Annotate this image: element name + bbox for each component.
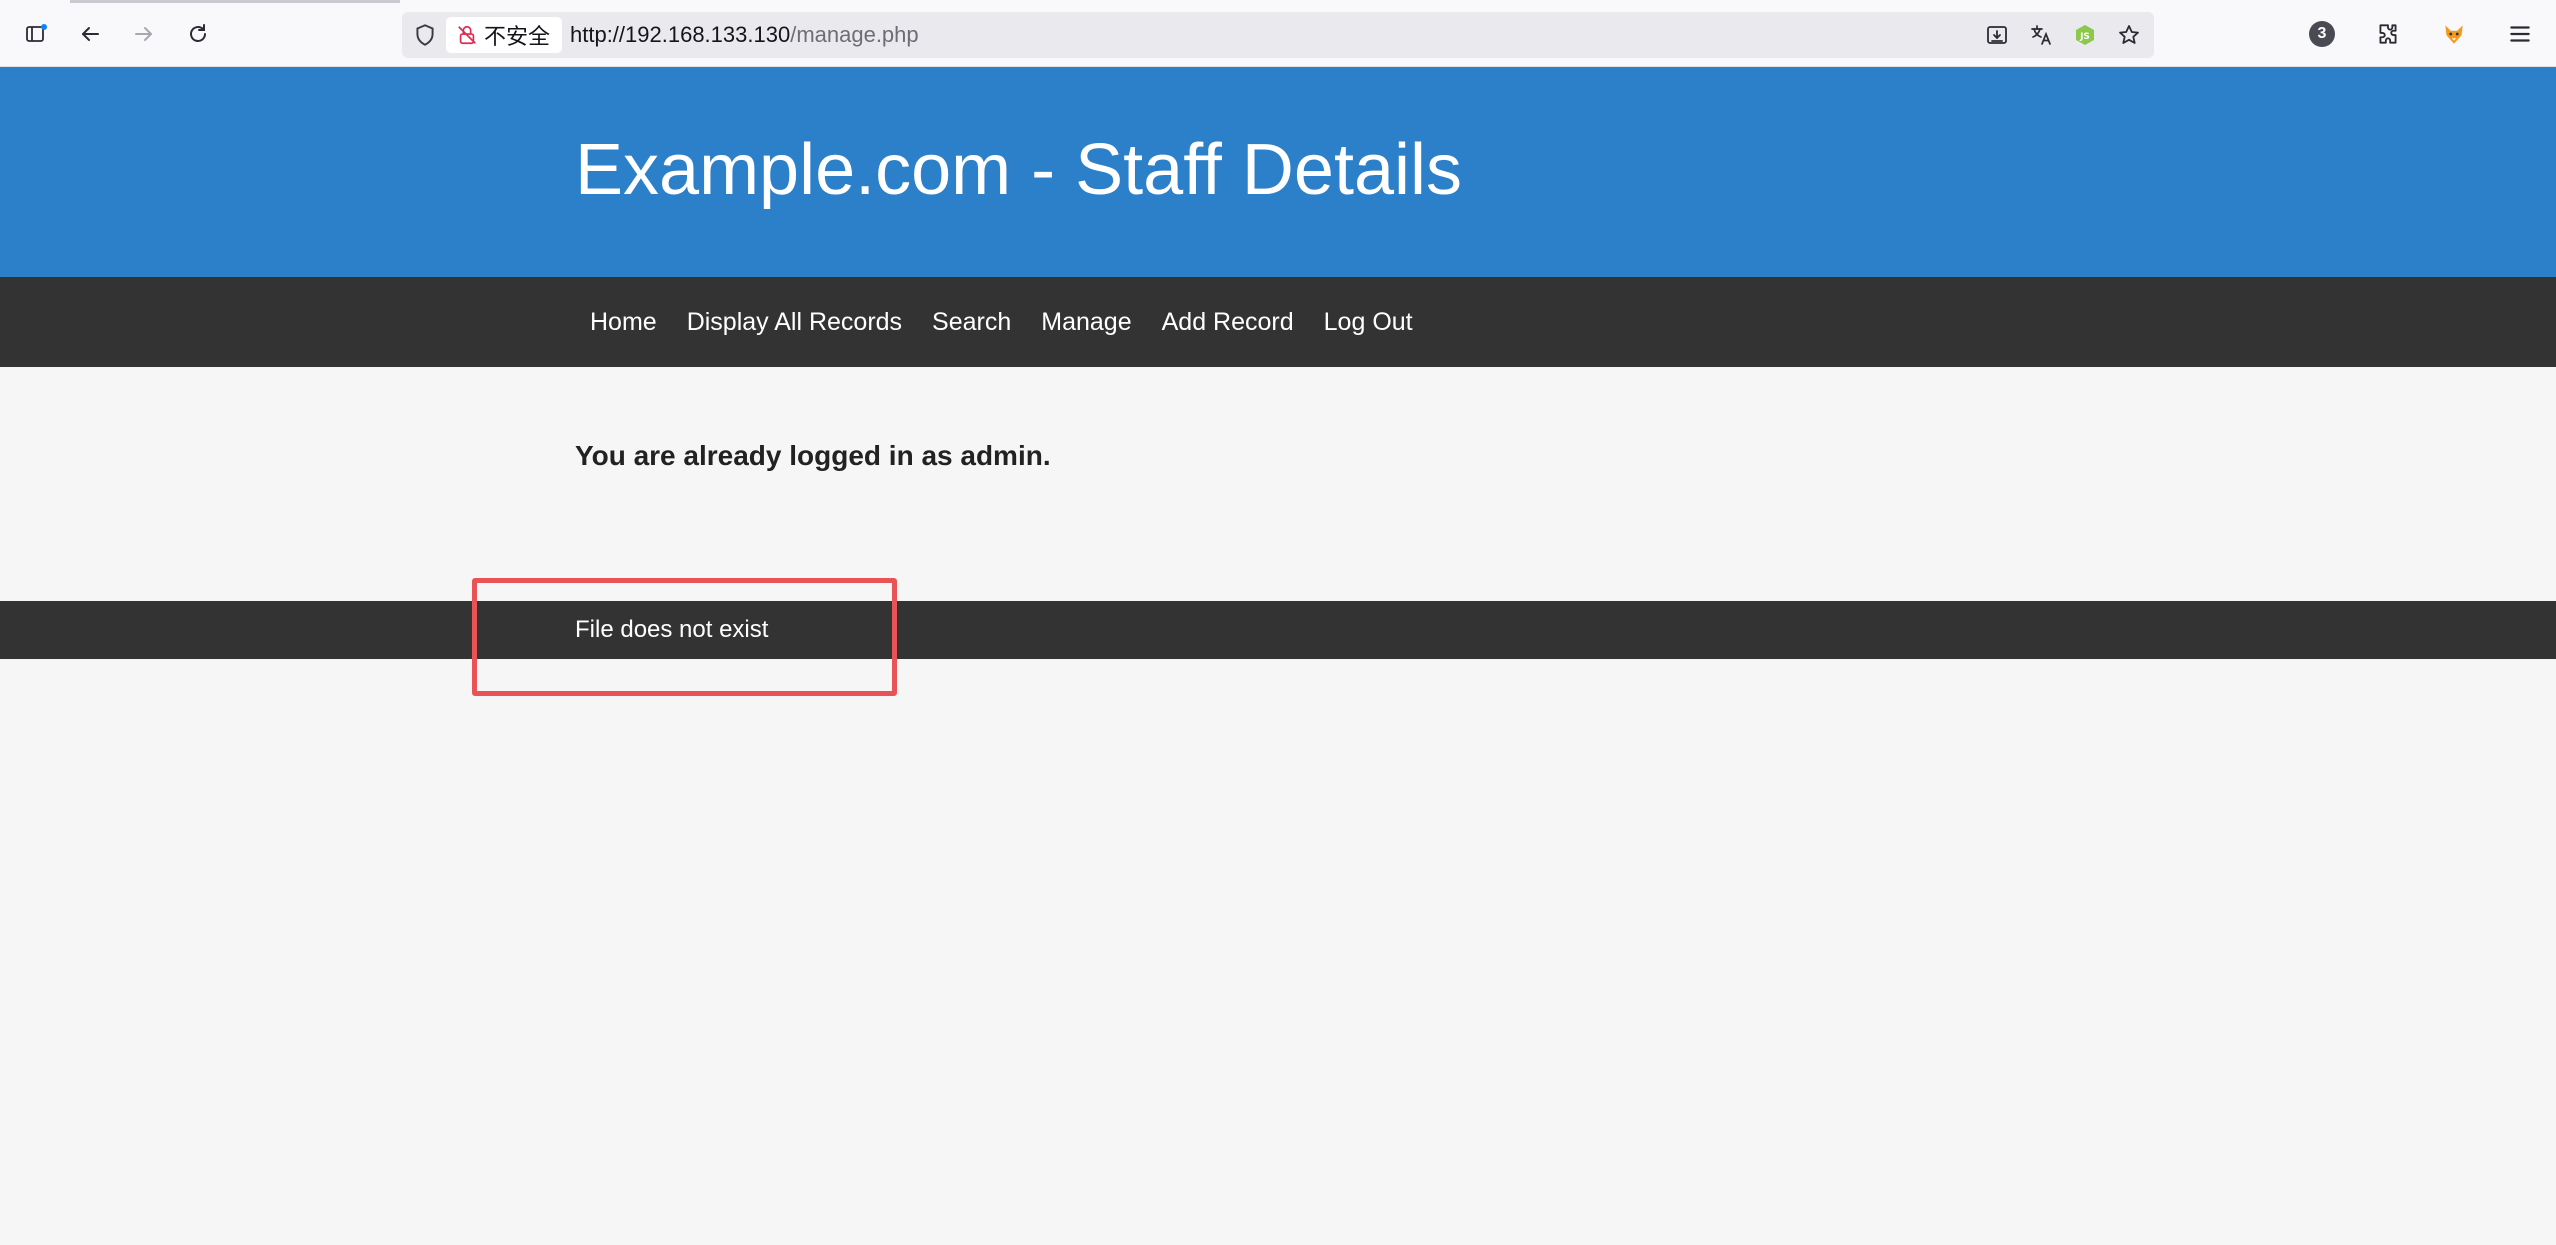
extensions-count-badge[interactable]: 3 bbox=[2304, 16, 2340, 52]
translate-icon[interactable] bbox=[2026, 20, 2056, 50]
url-text[interactable]: http://192.168.133.130/manage.php bbox=[570, 12, 919, 58]
site-footer: File does not exist bbox=[0, 601, 2556, 659]
url-domain: http://192.168.133.130 bbox=[570, 22, 791, 47]
nav-item-home[interactable]: Home bbox=[575, 308, 672, 337]
nav-item-log-out[interactable]: Log Out bbox=[1309, 308, 1428, 337]
main-navigation: Home Display All Records Search Manage A… bbox=[0, 277, 2556, 367]
extensions-puzzle-icon[interactable] bbox=[2370, 16, 2406, 52]
forward-arrow-icon[interactable] bbox=[126, 16, 162, 52]
bookmark-star-icon[interactable] bbox=[2114, 20, 2144, 50]
nav-item-add-record[interactable]: Add Record bbox=[1147, 308, 1309, 337]
site-header: Example.com - Staff Details bbox=[0, 67, 2556, 277]
highlight-annotation-box bbox=[472, 578, 897, 696]
active-tab-indicator bbox=[70, 0, 400, 3]
page-title: Example.com - Staff Details bbox=[575, 130, 1462, 210]
url-bar[interactable]: 不安全 http://192.168.133.130/manage.php JS bbox=[402, 12, 2154, 58]
back-arrow-icon[interactable] bbox=[72, 16, 108, 52]
save-to-page-icon[interactable] bbox=[1982, 20, 2012, 50]
insecure-lock-icon bbox=[458, 25, 476, 45]
nav-item-display-all-records[interactable]: Display All Records bbox=[672, 308, 917, 337]
url-path: /manage.php bbox=[790, 22, 919, 47]
fox-extension-icon[interactable] bbox=[2436, 16, 2472, 52]
insecure-connection-chip[interactable]: 不安全 bbox=[446, 17, 563, 53]
hamburger-menu-icon[interactable] bbox=[2502, 16, 2538, 52]
sidebar-icon[interactable] bbox=[18, 16, 54, 52]
browser-toolbar: 不安全 http://192.168.133.130/manage.php JS… bbox=[0, 0, 2556, 67]
nodejs-extension-icon[interactable]: JS bbox=[2070, 20, 2100, 50]
nav-item-manage[interactable]: Manage bbox=[1026, 308, 1146, 337]
nav-item-search[interactable]: Search bbox=[917, 308, 1026, 337]
shield-icon[interactable] bbox=[412, 22, 438, 48]
svg-text:JS: JS bbox=[2079, 32, 2090, 42]
reload-icon[interactable] bbox=[180, 16, 216, 52]
login-status-message: You are already logged in as admin. bbox=[575, 440, 1051, 471]
security-label: 不安全 bbox=[484, 24, 551, 49]
